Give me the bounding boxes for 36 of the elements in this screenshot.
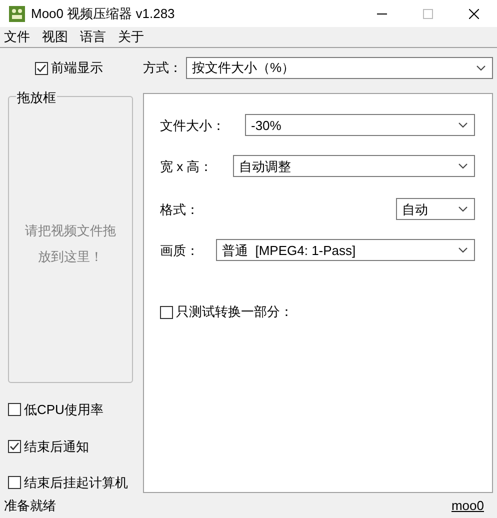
moo0-link[interactable]: moo0 (451, 496, 484, 516)
checkbox[interactable] (8, 440, 21, 453)
dropdown[interactable]: 自动调整 (233, 155, 475, 178)
dropdown[interactable]: 普通 [MPEG4: 1-Pass] (216, 239, 475, 262)
menu-item[interactable]: 语言 (80, 27, 106, 47)
checkbox-label: 结束后挂起计算机 (24, 474, 128, 492)
dropdown[interactable]: -30% (245, 114, 475, 136)
checkbox-label: 低CPU使用率 (24, 401, 104, 419)
close-icon (469, 8, 479, 18)
menu-item[interactable]: 关于 (118, 27, 144, 47)
chevron-down-icon (458, 206, 468, 212)
chevron-down-icon (476, 64, 486, 71)
menu-item[interactable]: 视图 (42, 27, 68, 47)
checkbox-label: 只测试转换一部分： (176, 303, 293, 322)
drop-hint: 请把视频文件拖放到这里！ (24, 222, 117, 266)
method-label: 方式： (143, 58, 183, 77)
dropdown[interactable]: 按文件大小（%） (186, 56, 493, 79)
checkbox[interactable] (8, 476, 21, 490)
checkbox-label: 结束后通知 (24, 438, 89, 456)
setting-label: 格式： (160, 200, 200, 219)
checkbox[interactable] (8, 403, 21, 416)
dropdown[interactable]: 自动 (396, 198, 475, 220)
window-title: Moo0 视频压缩器 v1.283 (31, 4, 175, 23)
checkbox-label: 前端显示 (51, 59, 103, 78)
chevron-down-icon (458, 122, 468, 128)
setting-label: 宽 x 高： (160, 158, 214, 176)
status-text: 准备就绪 (4, 496, 56, 515)
app-icon (9, 6, 25, 22)
menu-item[interactable]: 文件 (4, 27, 30, 47)
setting-label: 画质： (160, 242, 200, 260)
maximize-icon (423, 8, 433, 18)
setting-label: 文件大小： (160, 116, 226, 135)
checkbox[interactable] (35, 62, 48, 74)
chevron-down-icon (458, 247, 468, 254)
checkbox[interactable] (160, 306, 173, 319)
chevron-down-icon (458, 163, 468, 170)
